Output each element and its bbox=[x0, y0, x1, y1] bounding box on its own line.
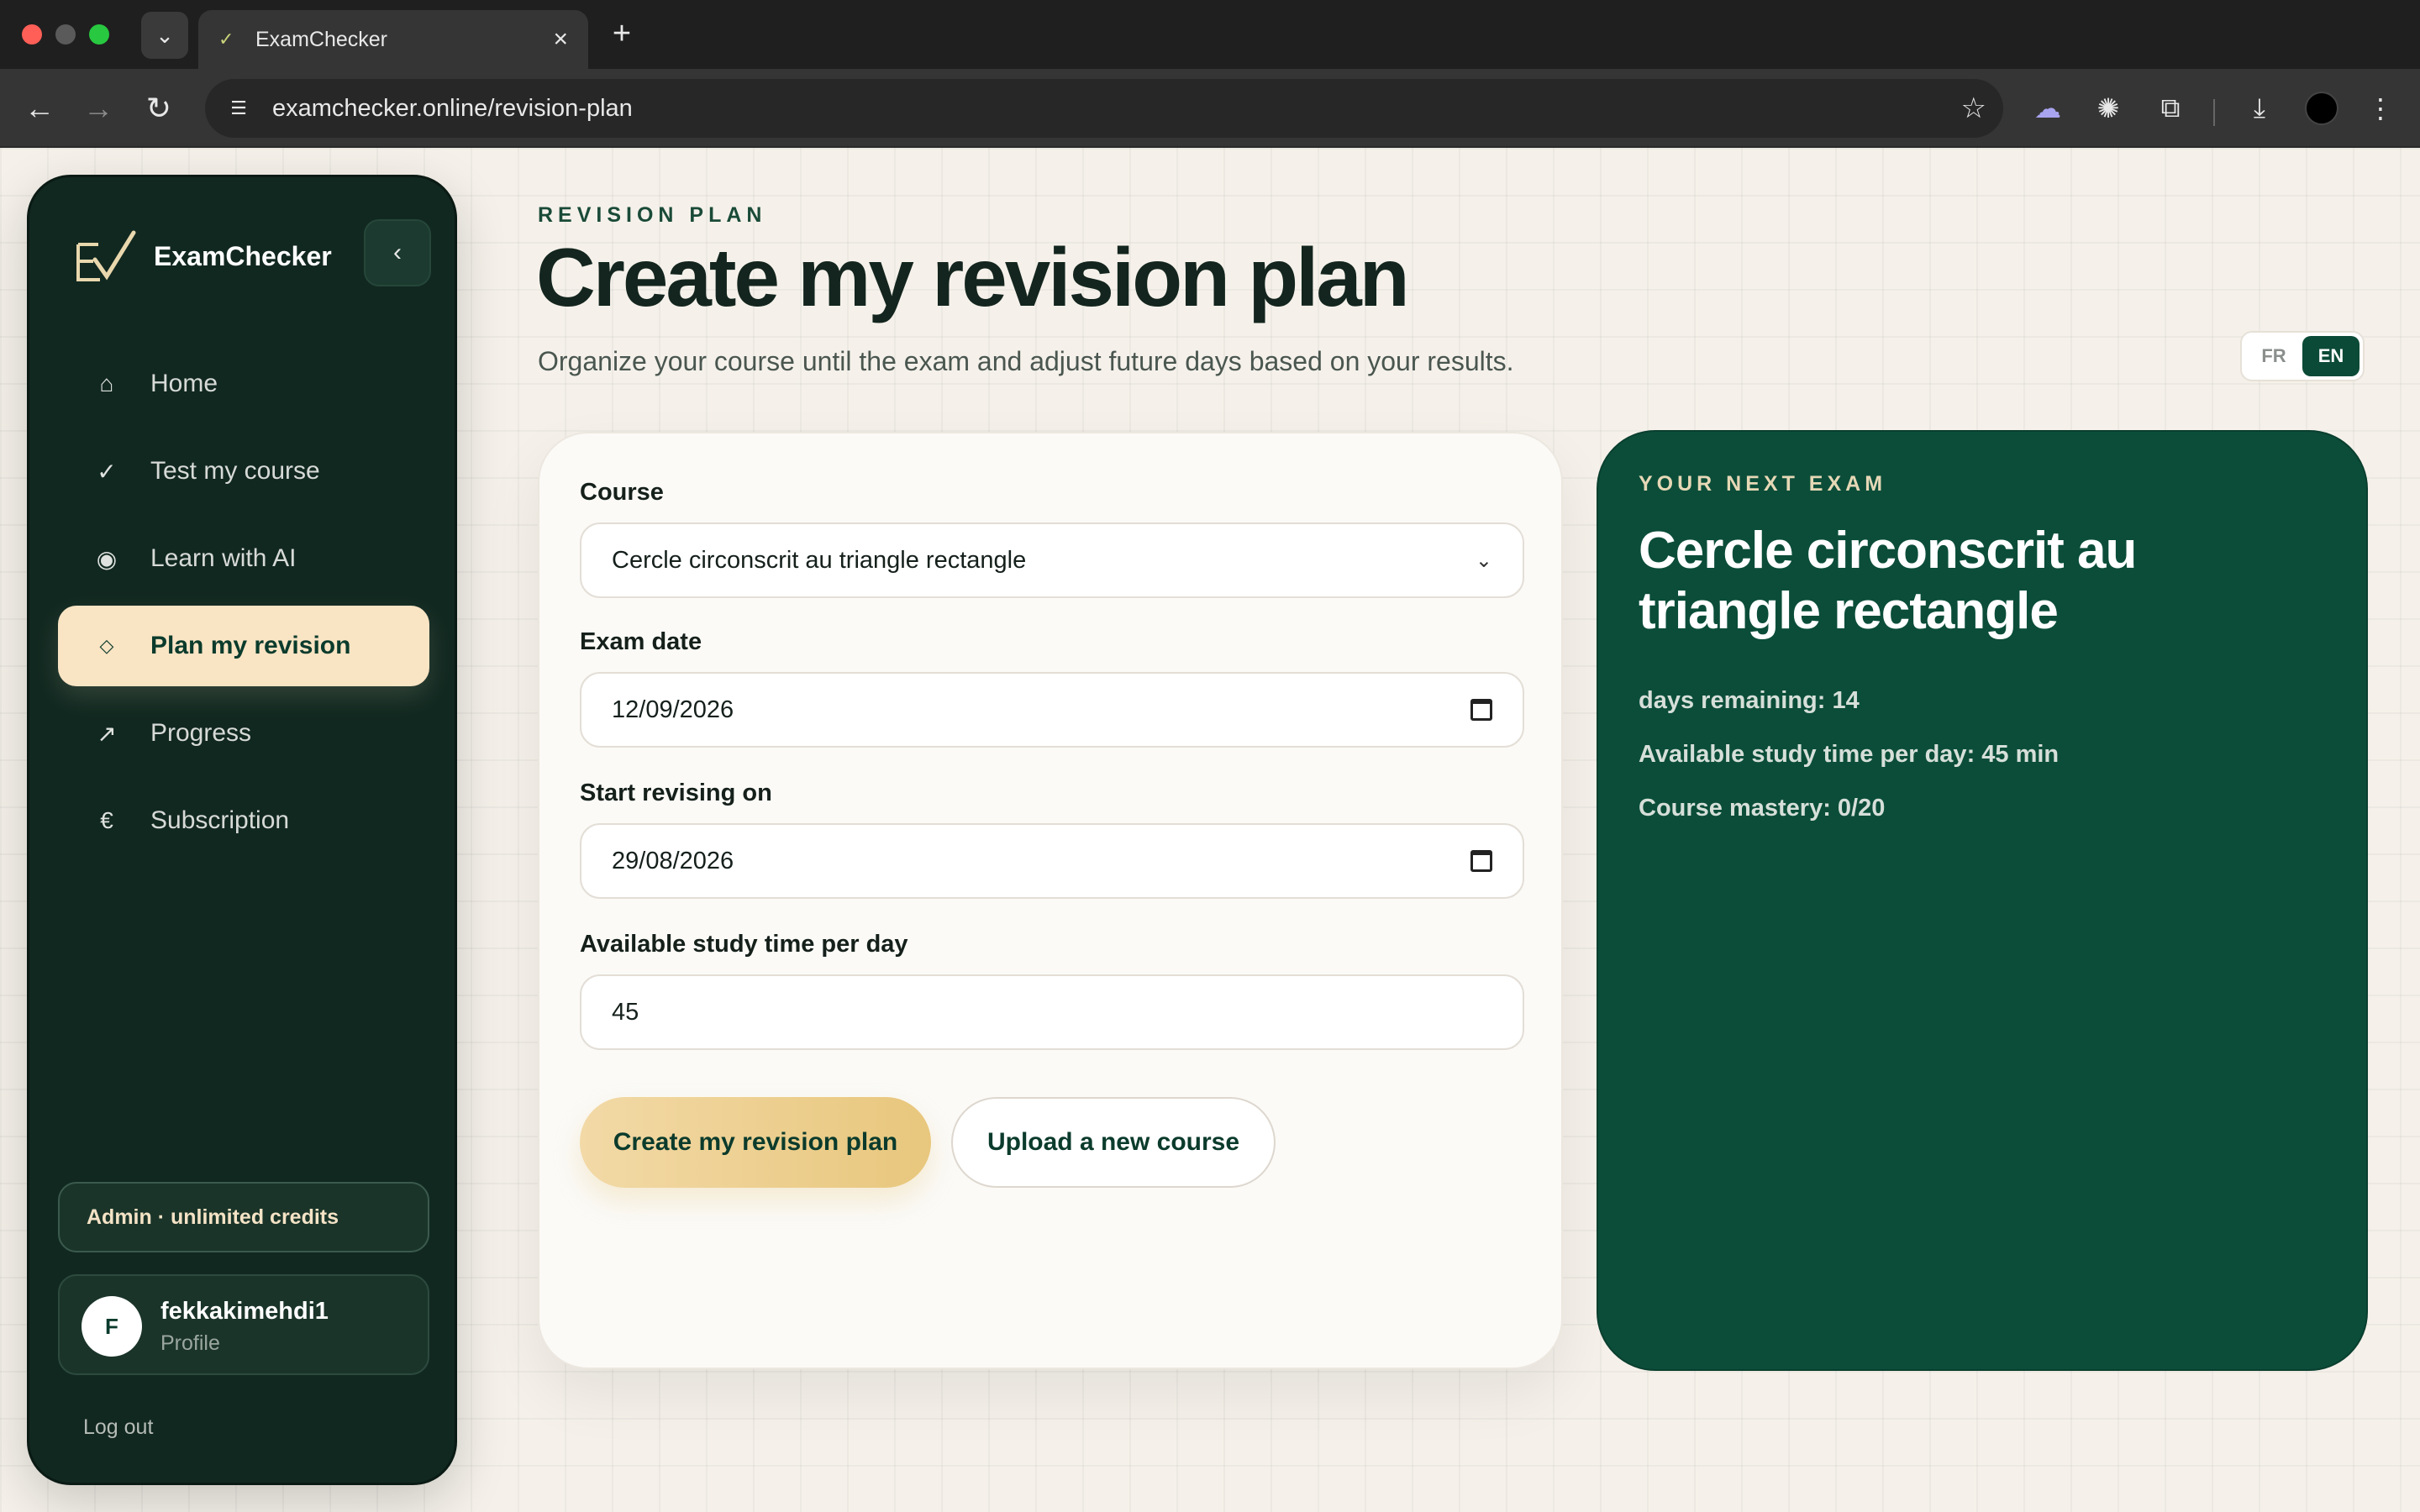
course-select[interactable]: Cercle circonscrit au triangle rectangle… bbox=[580, 522, 1524, 598]
lang-fr-button[interactable]: FR bbox=[2245, 336, 2302, 376]
sidebar-item-label: Test my course bbox=[150, 457, 320, 485]
close-tab-icon[interactable]: × bbox=[553, 25, 568, 54]
extensions-puzzle-icon[interactable]: ⧉ bbox=[2149, 87, 2191, 129]
sidebar-item-label: Progress bbox=[150, 719, 252, 747]
bookmark-star-icon[interactable]: ☆ bbox=[1961, 92, 1986, 125]
sidebar-item-test-my-course[interactable]: ✓ Test my course bbox=[58, 431, 429, 512]
maximize-window-button[interactable] bbox=[89, 24, 109, 45]
course-mastery: Course mastery: 0/20 bbox=[1639, 795, 1886, 822]
start-date-field[interactable]: 29/08/2026 bbox=[580, 823, 1524, 899]
tab-search-button[interactable]: ⌄ bbox=[141, 12, 188, 59]
study-time-label: Available study time per day bbox=[580, 931, 908, 958]
favicon-icon: ✓ bbox=[218, 29, 234, 50]
site-info-icon[interactable]: ☰ bbox=[222, 92, 255, 125]
browser-chrome: ⌄ ✓ ExamChecker × + ← → ↻ ☰ examchecker.… bbox=[0, 0, 2420, 148]
check-icon: ✓ bbox=[97, 458, 117, 485]
course-label: Course bbox=[580, 479, 664, 506]
exam-date-value: 12/09/2026 bbox=[612, 696, 734, 723]
brand-name: ExamChecker bbox=[154, 241, 332, 271]
study-time-value: 45 bbox=[612, 998, 639, 1026]
examchecker-logo-icon bbox=[76, 230, 136, 281]
language-switcher: FR EN bbox=[2240, 331, 2365, 381]
chevron-left-icon: ‹ bbox=[393, 239, 402, 266]
calendar-icon[interactable] bbox=[1470, 699, 1492, 721]
profile-link-label: Profile bbox=[160, 1331, 220, 1355]
profile-card[interactable]: F fekkakimehdi1 Profile bbox=[58, 1274, 429, 1375]
sidebar-item-plan-my-revision[interactable]: ◇ Plan my revision bbox=[58, 606, 429, 686]
days-remaining: days remaining: 14 bbox=[1639, 687, 1860, 714]
minimize-window-button[interactable] bbox=[55, 24, 76, 45]
revision-form-card: Course Cercle circonscrit au triangle re… bbox=[538, 432, 1563, 1369]
exam-date-field[interactable]: 12/09/2026 bbox=[580, 672, 1524, 748]
sidebar-item-label: Subscription bbox=[150, 806, 290, 834]
extension-openai-icon[interactable]: ✺ bbox=[2087, 87, 2129, 129]
sidebar: ExamChecker ‹ ⌂ Home ✓ Test my course ◉ … bbox=[27, 175, 457, 1485]
course-select-value: Cercle circonscrit au triangle rectangle bbox=[612, 546, 1027, 574]
avatar: F bbox=[82, 1296, 142, 1357]
start-date-label: Start revising on bbox=[580, 780, 772, 806]
profile-name: fekkakimehdi1 bbox=[160, 1298, 329, 1325]
browser-tab[interactable]: ✓ ExamChecker × bbox=[198, 10, 588, 69]
toolbar-divider bbox=[2213, 99, 2215, 126]
reload-button[interactable]: ↻ bbox=[138, 87, 180, 129]
tab-bar: ⌄ ✓ ExamChecker × + bbox=[0, 0, 2420, 69]
profile-avatar-icon[interactable] bbox=[2301, 87, 2343, 129]
sidebar-item-progress[interactable]: ↗ Progress bbox=[58, 693, 429, 774]
study-time-field[interactable]: 45 bbox=[580, 974, 1524, 1050]
url-text[interactable]: examchecker.online/revision-plan bbox=[272, 95, 1961, 123]
browser-menu-icon[interactable]: ⋮ bbox=[2360, 87, 2402, 129]
exam-date-label: Exam date bbox=[580, 628, 702, 655]
create-revision-plan-button[interactable]: Create my revision plan bbox=[580, 1097, 931, 1188]
tab-title: ExamChecker bbox=[255, 27, 387, 51]
next-exam-card: YOUR NEXT EXAM Cercle circonscrit au tri… bbox=[1597, 430, 2368, 1371]
sidebar-item-label: Plan my revision bbox=[150, 632, 351, 659]
sidebar-item-label: Home bbox=[150, 370, 218, 397]
back-button[interactable]: ← bbox=[18, 87, 60, 129]
next-exam-eyebrow: YOUR NEXT EXAM bbox=[1639, 472, 1887, 496]
next-exam-title: Cercle circonscrit au triangle rectangle bbox=[1639, 522, 2137, 640]
collapse-sidebar-button[interactable]: ‹ bbox=[364, 219, 431, 286]
sidebar-item-home[interactable]: ⌂ Home bbox=[58, 344, 429, 424]
arrow-up-right-icon: ↗ bbox=[97, 720, 117, 747]
start-date-value: 29/08/2026 bbox=[612, 847, 734, 874]
forward-button[interactable]: → bbox=[77, 87, 119, 129]
address-bar[interactable]: ☰ examchecker.online/revision-plan ☆ bbox=[205, 79, 2003, 138]
sidebar-item-learn-with-ai[interactable]: ◉ Learn with AI bbox=[58, 518, 429, 599]
calendar-icon[interactable] bbox=[1470, 850, 1492, 872]
extension-ghost-icon[interactable]: ☁ bbox=[2027, 87, 2069, 129]
logout-link[interactable]: Log out bbox=[83, 1415, 153, 1440]
close-window-button[interactable] bbox=[22, 24, 42, 45]
upload-course-button[interactable]: Upload a new course bbox=[951, 1097, 1276, 1188]
page-eyebrow: REVISION PLAN bbox=[538, 203, 767, 227]
euro-icon: € bbox=[100, 807, 113, 833]
diamond-icon: ◇ bbox=[99, 635, 114, 656]
page-subtitle: Organize your course until the exam and … bbox=[538, 346, 1514, 376]
chevron-down-icon: ⌄ bbox=[155, 22, 174, 48]
study-time-per-day: Available study time per day: 45 min bbox=[1639, 741, 2060, 768]
chevron-down-icon: ⌄ bbox=[1475, 549, 1492, 572]
sidebar-item-subscription[interactable]: € Subscription bbox=[58, 780, 429, 861]
page-title: Create my revision plan bbox=[536, 231, 1410, 323]
download-icon[interactable]: ⤓ bbox=[2238, 87, 2281, 129]
browser-toolbar: ← → ↻ ☰ examchecker.online/revision-plan… bbox=[0, 69, 2420, 148]
home-icon: ⌂ bbox=[99, 370, 114, 396]
credits-badge: Admin · unlimited credits bbox=[58, 1182, 429, 1252]
radio-icon: ◉ bbox=[96, 545, 118, 572]
new-tab-button[interactable]: + bbox=[605, 15, 639, 52]
lang-en-button[interactable]: EN bbox=[2302, 336, 2360, 376]
page-content: ExamChecker ‹ ⌂ Home ✓ Test my course ◉ … bbox=[0, 148, 2420, 1512]
sidebar-item-label: Learn with AI bbox=[150, 544, 297, 572]
